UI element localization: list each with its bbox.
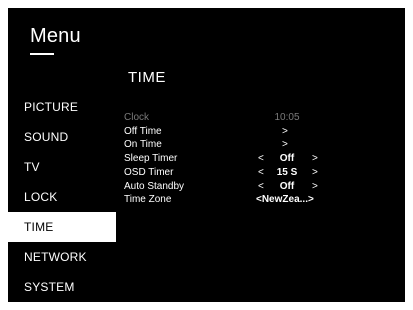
chevron-left-icon[interactable]: < — [258, 167, 264, 179]
sleep-timer-row[interactable]: Sleep Timer < Off > — [124, 153, 334, 165]
menu-title: Menu — [30, 25, 81, 47]
sleep-timer-value: Off — [279, 153, 295, 164]
osd-timer-row[interactable]: OSD Timer < 15 S > — [124, 167, 334, 179]
auto-standby-label: Auto Standby — [124, 181, 185, 192]
sidebar-item-lock[interactable]: LOCK — [8, 182, 116, 212]
on-time-row[interactable]: On Time > — [124, 139, 334, 151]
time-zone-value[interactable]: <NewZea...> — [256, 194, 314, 206]
chevron-right-icon[interactable]: > — [282, 139, 288, 151]
osd-timer-label: OSD Timer — [124, 167, 174, 178]
chevron-right-icon[interactable]: > — [312, 153, 318, 165]
auto-standby-value: Off — [279, 181, 295, 192]
panel-title: TIME — [128, 69, 166, 86]
sidebar-item-picture[interactable]: PICTURE — [8, 92, 116, 122]
on-time-label: On Time — [124, 139, 162, 150]
clock-row: Clock 10:05 — [124, 112, 334, 124]
chevron-right-icon[interactable]: > — [312, 181, 318, 193]
clock-value: 10:05 — [274, 112, 300, 123]
time-zone-row[interactable]: Time Zone <NewZea...> — [124, 194, 334, 206]
chevron-right-icon[interactable]: > — [312, 167, 318, 179]
sidebar-item-network[interactable]: NETWORK — [8, 242, 116, 272]
sidebar-item-tv[interactable]: TV — [8, 152, 116, 182]
sidebar-item-system[interactable]: SYSTEM — [8, 272, 116, 302]
chevron-left-icon[interactable]: < — [258, 181, 264, 193]
sleep-timer-label: Sleep Timer — [124, 153, 178, 164]
clock-label: Clock — [124, 112, 150, 123]
chevron-right-icon[interactable]: > — [282, 126, 288, 138]
auto-standby-row[interactable]: Auto Standby < Off > — [124, 181, 334, 193]
tv-screen: Menu PICTURE SOUND TV LOCK TIME NETWORK … — [8, 8, 405, 302]
off-time-row[interactable]: Off Time > — [124, 126, 334, 138]
off-time-label: Off Time — [124, 126, 162, 137]
osd-timer-value: 15 S — [276, 167, 298, 178]
chevron-left-icon[interactable]: < — [258, 153, 264, 165]
menu-title-underline — [30, 53, 54, 55]
sidebar-item-sound[interactable]: SOUND — [8, 122, 116, 152]
sidebar-item-time[interactable]: TIME — [8, 212, 116, 242]
time-zone-label: Time Zone — [124, 194, 172, 205]
